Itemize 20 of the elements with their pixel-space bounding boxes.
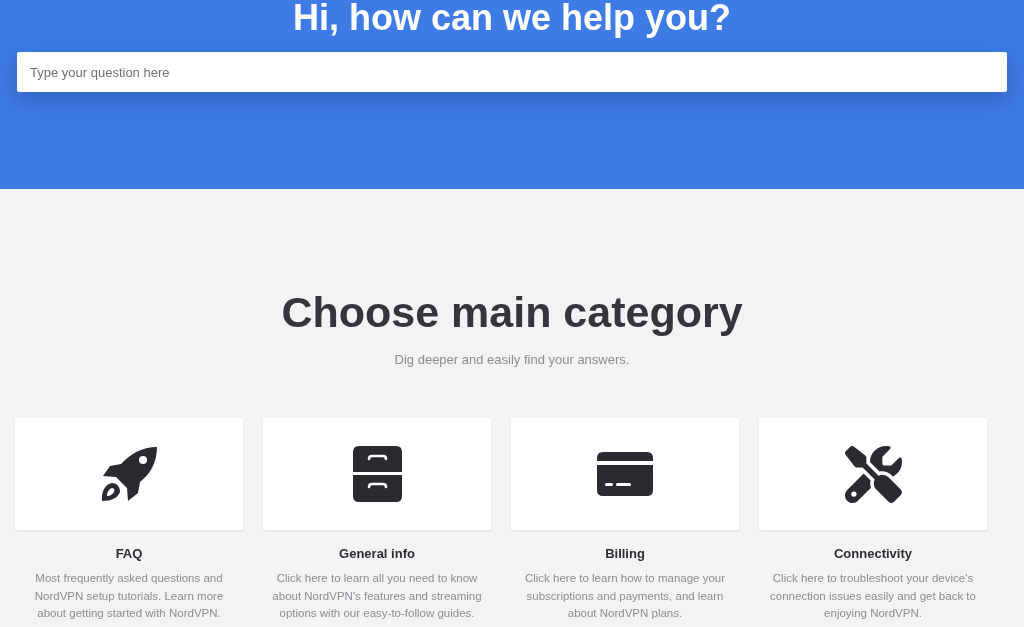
category-description: Click here to learn how to manage your subscriptions and payments, and learn about NordVPN plans.	[523, 571, 727, 621]
category-description: Most frequently asked questions and NordVPN setup tutorials. Learn more about getting started with NordVPN.	[33, 571, 225, 621]
drawer-cabinet-icon	[352, 446, 402, 502]
rocket-icon	[100, 446, 158, 502]
section-subheading: Dig deeper and easily find your answers.	[394, 351, 630, 369]
category-title: Connectivity	[834, 545, 912, 563]
search-field[interactable]: Type your question here	[17, 52, 1007, 92]
category-description: Click here to troubleshoot your device's connection issues easily and get back to enjoying NordVPN.	[769, 571, 977, 621]
category-title: General info	[339, 545, 415, 563]
category-card[interactable]	[15, 418, 243, 530]
category-title: Billing	[605, 545, 645, 563]
category-description: Click here to learn all you need to know about NordVPN's features and streaming options with our easy-to-follow guides.	[271, 571, 483, 621]
credit-card-icon	[597, 452, 653, 496]
category-card[interactable]	[263, 418, 491, 530]
screwdriver-wrench-icon	[844, 445, 902, 503]
category-title: FAQ	[115, 545, 143, 563]
category-card[interactable]	[511, 418, 739, 530]
category-card[interactable]	[759, 418, 987, 530]
page-title: Hi, how can we help you?	[292, 0, 731, 36]
section-heading: Choose main category	[281, 291, 743, 334]
